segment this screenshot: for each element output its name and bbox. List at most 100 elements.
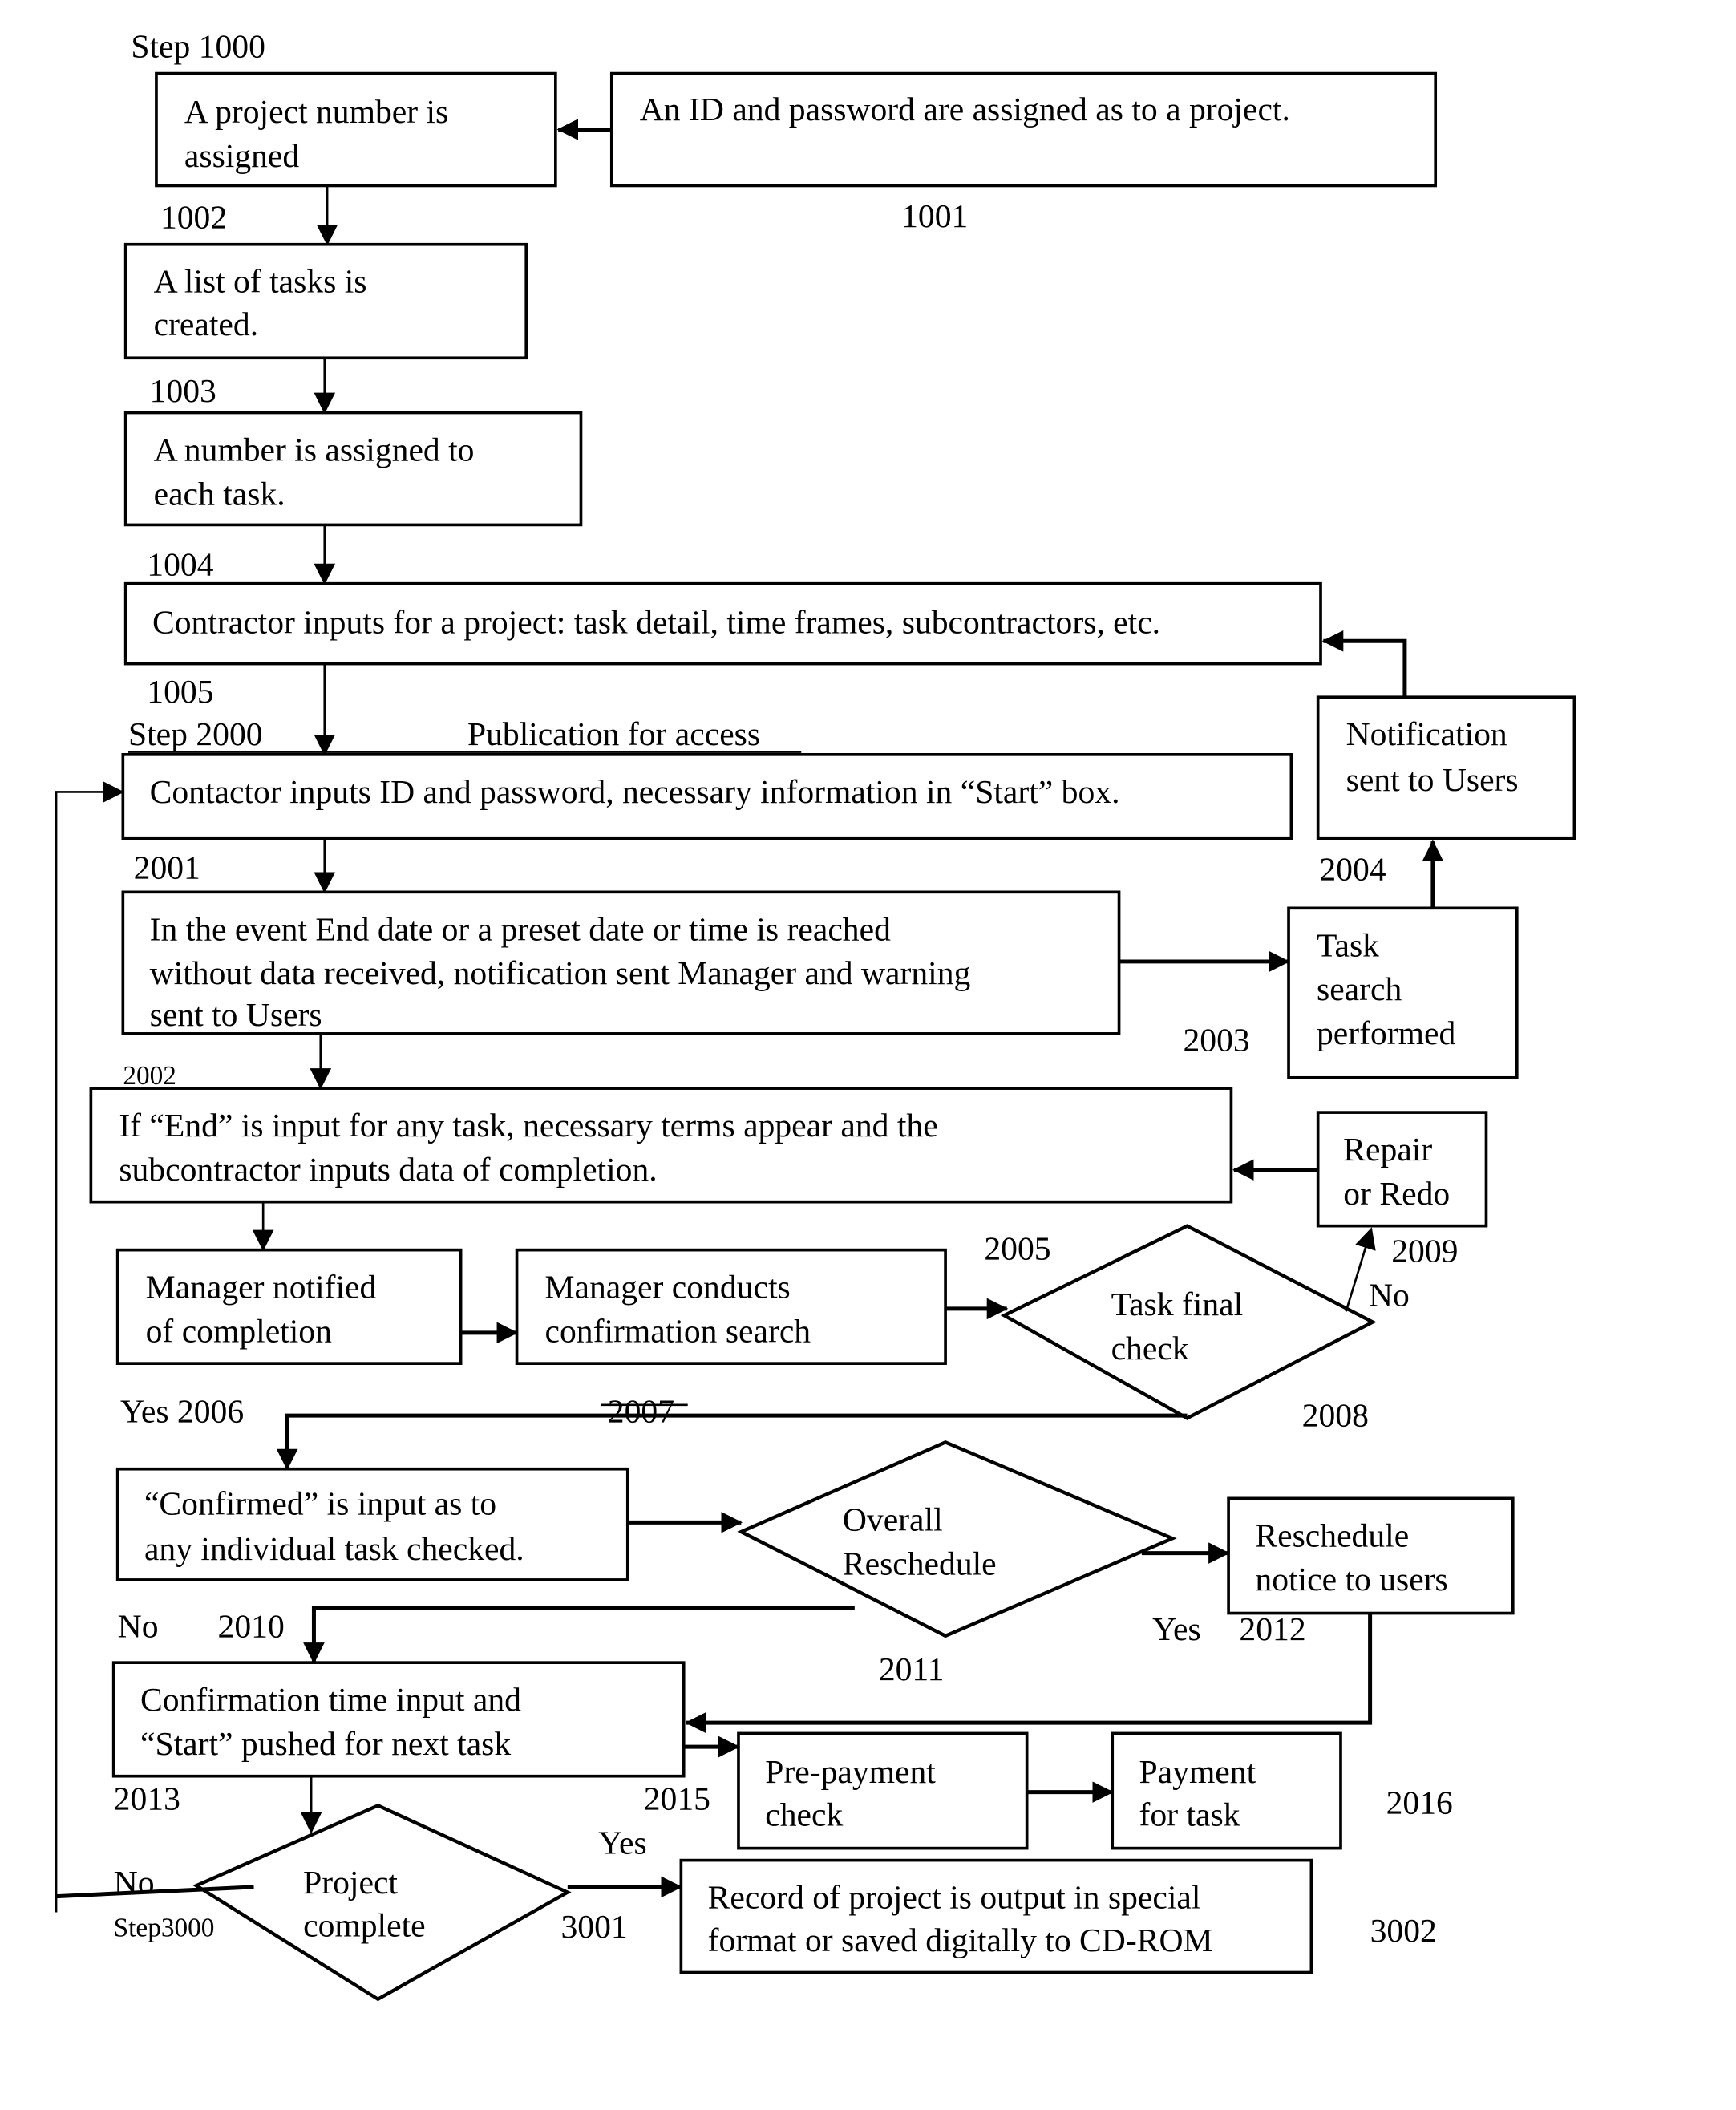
node-manager-notified: Manager notified of completion <box>115 1248 463 1365</box>
node-text: subcontractor inputs data of completion. <box>119 1152 657 1189</box>
label-no-3000: No <box>114 1865 155 1901</box>
node-text: Reschedule <box>843 1545 997 1582</box>
label-1005: 1005 <box>147 674 213 711</box>
node-text: Manager notified <box>146 1270 377 1306</box>
label-step-1000: Step 1000 <box>131 29 265 66</box>
node-text: Task final <box>1111 1286 1244 1323</box>
node-text: for task <box>1139 1796 1240 1833</box>
node-reschedule-notice: Reschedule notice to users <box>1227 1496 1515 1615</box>
node-text: check <box>765 1796 843 1833</box>
node-text: format or saved digitally to CD-ROM <box>708 1922 1213 1959</box>
node-text: of completion <box>146 1314 332 1351</box>
label-yes-2006: Yes 2006 <box>120 1393 244 1430</box>
node-text: notice to users <box>1255 1561 1447 1598</box>
label-2015: 2015 <box>644 1780 710 1817</box>
label-2001: 2001 <box>134 850 200 887</box>
label-2007: 2007 <box>608 1393 674 1430</box>
node-id-password: An ID and password are assigned as to a … <box>609 71 1438 188</box>
node-task-final-check: Task final check <box>1000 1224 1377 1420</box>
node-task-list: A list of tasks is created. <box>123 242 528 360</box>
node-prepayment: Pre-payment check <box>737 1731 1029 1850</box>
label-step-2000: Step 2000 <box>128 716 263 753</box>
label-2004: 2004 <box>1319 851 1386 888</box>
node-notification: Notification sent to Users <box>1316 695 1576 840</box>
node-confirmed: “Confirmed” is input as to any individua… <box>115 1467 629 1581</box>
node-text: A list of tasks is <box>154 264 367 301</box>
node-text: “Confirmed” is input as to <box>144 1485 496 1522</box>
node-text: confirmation search <box>545 1314 811 1351</box>
label-yes-2012: Yes <box>1152 1611 1201 1648</box>
node-task-number: A number is assigned to each task. <box>123 411 583 527</box>
node-text: In the event End date or a preset date o… <box>150 911 891 948</box>
node-text: Reschedule <box>1255 1517 1409 1554</box>
flowchart: A project number is assigned An ID and p… <box>55 29 1576 2002</box>
node-text: Confirmation time input and <box>140 1682 521 1719</box>
node-contractor-inputs: Contractor inputs for a project: task de… <box>123 581 1322 666</box>
node-record: Record of project is output in special f… <box>679 1858 1313 1974</box>
node-text: search <box>1317 971 1402 1008</box>
node-confirmation-time: Confirmation time input and “Start” push… <box>111 1661 686 1778</box>
node-text: A number is assigned to <box>154 431 475 468</box>
arrow <box>1321 630 1407 698</box>
node-text: Repair <box>1343 1132 1432 1168</box>
node-text: check <box>1111 1330 1189 1367</box>
node-end-date-event: In the event End date or a preset date o… <box>121 890 1121 1035</box>
arrow <box>1345 1227 1376 1312</box>
label-2005: 2005 <box>984 1230 1050 1267</box>
node-text: “Start” pushed for next task <box>140 1726 511 1763</box>
node-text: performed <box>1317 1015 1455 1052</box>
label-2009: 2009 <box>1391 1233 1458 1270</box>
label-step-3000: Step3000 <box>114 1914 215 1943</box>
label-1001: 1001 <box>901 198 968 235</box>
node-start-box: Contactor inputs ID and password, necess… <box>121 753 1293 840</box>
label-2010: 2010 <box>218 1609 285 1646</box>
node-text: any individual task checked. <box>144 1531 524 1568</box>
node-text: An ID and password are assigned as to a … <box>640 91 1290 128</box>
label-2011: 2011 <box>879 1651 945 1688</box>
node-project-complete: Project complete <box>192 1803 572 2002</box>
node-text: sent to Users <box>1346 762 1519 799</box>
label-yes-3001: Yes <box>598 1824 647 1861</box>
label-1002: 1002 <box>160 200 227 237</box>
label-3001: 3001 <box>561 1909 628 1946</box>
label-publication: Publication for access <box>467 716 760 753</box>
node-text: Overall <box>843 1501 943 1538</box>
node-text: A project number is <box>184 94 448 131</box>
label-2012: 2012 <box>1239 1611 1305 1648</box>
label-no-2009: No <box>1369 1278 1410 1314</box>
node-text: Contractor inputs for a project: task de… <box>152 604 1160 641</box>
node-task-search: Task search performed <box>1287 906 1519 1079</box>
node-text: or Redo <box>1343 1176 1450 1213</box>
node-text: created. <box>154 306 259 343</box>
node-payment: Payment for task <box>1111 1731 1342 1850</box>
label-2003: 2003 <box>1183 1023 1249 1059</box>
arrow <box>276 1413 1188 1471</box>
label-2002: 2002 <box>123 1061 176 1091</box>
label-1004: 1004 <box>147 547 213 584</box>
node-manager-search: Manager conducts confirmation search <box>515 1248 947 1365</box>
node-text: complete <box>303 1908 426 1945</box>
node-text: Project <box>303 1865 398 1901</box>
label-3002: 3002 <box>1370 1913 1437 1950</box>
label-2008: 2008 <box>1302 1397 1369 1434</box>
label-1003: 1003 <box>150 373 216 410</box>
node-project-number: A project number is assigned <box>155 71 557 188</box>
label-2016: 2016 <box>1386 1784 1453 1821</box>
node-repair: Repair or Redo <box>1316 1111 1488 1228</box>
node-text: If “End” is input for any task, necessar… <box>119 1108 937 1144</box>
node-text: assigned <box>184 138 299 175</box>
node-text: Manager conducts <box>545 1270 791 1306</box>
node-text: without data received, notification sent… <box>150 955 971 992</box>
node-text: Record of project is output in special <box>708 1880 1201 1917</box>
node-text: Task <box>1317 927 1379 964</box>
node-end-input: If “End” is input for any task, necessar… <box>89 1087 1233 1204</box>
node-text: Notification <box>1346 716 1507 753</box>
node-text: Payment <box>1139 1754 1256 1791</box>
arrow <box>303 1606 855 1664</box>
node-text: each task. <box>154 476 285 512</box>
node-text: Pre-payment <box>765 1754 936 1791</box>
node-text: sent to Users <box>150 997 322 1034</box>
label-no-2010: No <box>118 1609 159 1646</box>
label-2013: 2013 <box>114 1780 180 1817</box>
node-text: Contactor inputs ID and password, necess… <box>150 774 1120 811</box>
